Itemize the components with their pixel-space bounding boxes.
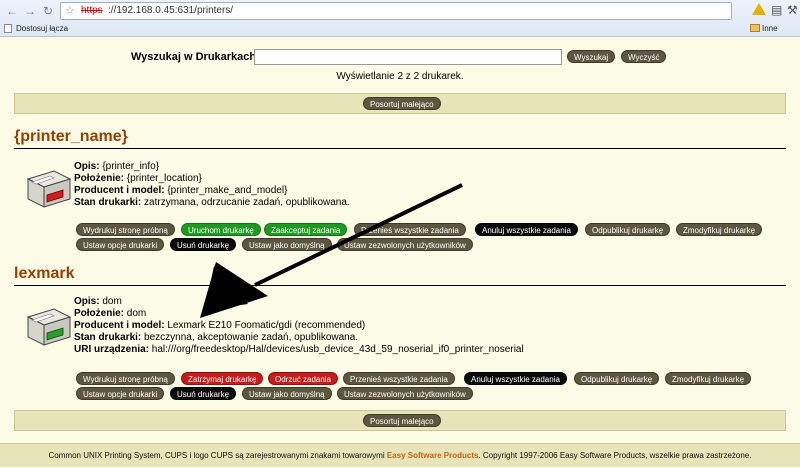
- accept-jobs-button[interactable]: Zaakceptuj zadania: [264, 223, 348, 236]
- info-row: Opis: dom: [74, 296, 524, 308]
- printer-info: Opis: dom Położenie: dom Producent i mod…: [74, 296, 524, 356]
- info-label: Opis:: [74, 296, 100, 307]
- divider: [14, 285, 786, 286]
- printer-name[interactable]: {printer_name}: [14, 128, 128, 146]
- star-icon[interactable]: ☆: [65, 3, 75, 19]
- bookmarks-bar: Dostosuj łącza Inne zakład: [0, 21, 800, 48]
- info-value: {printer_info}: [102, 161, 160, 172]
- move-all-jobs-button[interactable]: Przenieś wszystkie zadania: [354, 223, 466, 236]
- forward-icon[interactable]: →: [22, 3, 38, 19]
- info-row: Położenie: {printer_location}: [74, 173, 350, 185]
- sort-bar-top: Posortuj malejąco: [14, 93, 786, 114]
- cancel-all-jobs-button[interactable]: Anuluj wszystkie zadania: [464, 372, 567, 385]
- info-row: Położenie: dom: [74, 308, 524, 320]
- info-row: Opis: {printer_info}: [74, 161, 350, 173]
- info-value: {printer_make_and_model}: [167, 185, 288, 196]
- page-menu-icon[interactable]: ▤: [771, 3, 782, 17]
- divider: [14, 148, 786, 149]
- cups-page: Wyszukaj w Drukarkach: Wyszukaj Wyczyść …: [0, 37, 800, 467]
- warning-icon[interactable]: [752, 3, 766, 15]
- sort-desc-button[interactable]: Posortuj malejąco: [363, 414, 441, 427]
- delete-printer-button[interactable]: Usuń drukarkę: [170, 387, 237, 400]
- info-row: Stan drukarki: bezczynna, akceptowanie z…: [74, 332, 524, 344]
- modify-printer-button[interactable]: Zmodyfikuj drukarkę: [665, 372, 752, 385]
- url-text: ://192.168.0.45:631/printers/: [108, 5, 234, 16]
- browser-chrome: ← → ↻ ☆ https ://192.168.0.45:631/printe…: [0, 0, 800, 48]
- printer-icon: [26, 170, 72, 208]
- clear-button[interactable]: Wyczyść: [621, 50, 667, 63]
- search-row: Wyszukaj w Drukarkach: Wyszukaj Wyczyść: [0, 49, 800, 67]
- modify-printer-button[interactable]: Zmodyfikuj drukarkę: [676, 223, 763, 236]
- bookmark-customize-link[interactable]: Dostosuj łącza: [16, 21, 68, 36]
- folder-icon: [750, 24, 760, 32]
- info-value: Lexmark E210 Foomatic/gdi (recommended): [167, 320, 366, 331]
- info-row: Producent i model: Lexmark E210 Foomatic…: [74, 320, 524, 332]
- url-scheme: https: [81, 5, 103, 16]
- info-value: bezczynna, akceptowanie zadań, opublikow…: [144, 332, 359, 343]
- results-count: Wyświetlanie 2 z 2 drukarek.: [336, 71, 464, 82]
- search-button[interactable]: Wyszukaj: [567, 50, 616, 63]
- footer-text: Common UNIX Printing System, CUPS i logo…: [48, 451, 387, 460]
- delete-printer-button[interactable]: Usuń drukarkę: [170, 238, 237, 251]
- set-allowed-users-button[interactable]: Ustaw zezwolonych użytkowników: [337, 387, 473, 400]
- printer-info: Opis: {printer_info} Położenie: {printer…: [74, 161, 350, 209]
- info-label: Opis:: [74, 161, 100, 172]
- unpublish-printer-button[interactable]: Odpublikuj drukarkę: [574, 372, 660, 385]
- info-value: hal:///org/freedesktop/Hal/devices/usb_d…: [151, 344, 524, 355]
- wrench-icon[interactable]: ⚒: [787, 3, 798, 17]
- info-label: Położenie:: [74, 173, 125, 184]
- info-value: zatrzymana, odrzucanie zadań, opublikowa…: [144, 197, 350, 208]
- stop-printer-button[interactable]: Zatrzymaj drukarkę: [181, 372, 264, 385]
- info-value: {printer_location}: [126, 173, 202, 184]
- reload-icon[interactable]: ↻: [40, 3, 56, 19]
- footer: Common UNIX Printing System, CUPS i logo…: [0, 443, 800, 467]
- sort-bar-bottom: Posortuj malejąco: [14, 410, 786, 431]
- search-label: Wyszukaj w Drukarkach:: [131, 51, 260, 63]
- printer-icon: [26, 308, 72, 346]
- info-label: Położenie:: [74, 308, 125, 319]
- set-default-button[interactable]: Ustaw jako domyślną: [242, 387, 332, 400]
- print-test-page-button[interactable]: Wydrukuj stronę próbną: [76, 223, 175, 236]
- printer-name[interactable]: lexmark: [14, 265, 75, 283]
- info-row: Stan drukarki: zatrzymana, odrzucanie za…: [74, 197, 350, 209]
- info-value: dom: [126, 308, 147, 319]
- footer-company-link[interactable]: Easy Software Products: [387, 451, 479, 460]
- info-row: Producent i model: {printer_make_and_mod…: [74, 185, 350, 197]
- print-test-page-button[interactable]: Wydrukuj stronę próbną: [76, 372, 175, 385]
- back-icon[interactable]: ←: [4, 3, 20, 19]
- info-label: URI urządzenia:: [74, 344, 150, 355]
- info-label: Producent i model:: [74, 185, 165, 196]
- info-label: Producent i model:: [74, 320, 165, 331]
- set-default-button[interactable]: Ustaw jako domyślną: [242, 238, 332, 251]
- footer-text: . Copyright 1997-2006 Easy Software Prod…: [478, 451, 752, 460]
- info-label: Stan drukarki:: [74, 332, 142, 343]
- set-allowed-users-button[interactable]: Ustaw zezwolonych użytkowników: [337, 238, 473, 251]
- set-printer-options-button[interactable]: Ustaw opcje drukarki: [76, 238, 165, 251]
- address-bar[interactable]: ☆ https ://192.168.0.45:631/printers/: [60, 2, 732, 20]
- info-value: dom: [102, 296, 122, 307]
- page-icon: [4, 24, 12, 33]
- move-all-jobs-button[interactable]: Przenieś wszystkie zadania: [343, 372, 455, 385]
- cancel-all-jobs-button[interactable]: Anuluj wszystkie zadania: [475, 223, 578, 236]
- set-printer-options-button[interactable]: Ustaw opcje drukarki: [76, 387, 165, 400]
- reject-jobs-button[interactable]: Odrzuć zadania: [268, 372, 339, 385]
- info-row: URI urządzenia: hal:///org/freedesktop/H…: [74, 344, 524, 356]
- start-printer-button[interactable]: Uruchom drukarkę: [181, 223, 261, 236]
- info-label: Stan drukarki:: [74, 197, 142, 208]
- search-input[interactable]: [254, 49, 562, 65]
- sort-desc-button[interactable]: Posortuj malejąco: [363, 97, 441, 110]
- unpublish-printer-button[interactable]: Odpublikuj drukarkę: [585, 223, 671, 236]
